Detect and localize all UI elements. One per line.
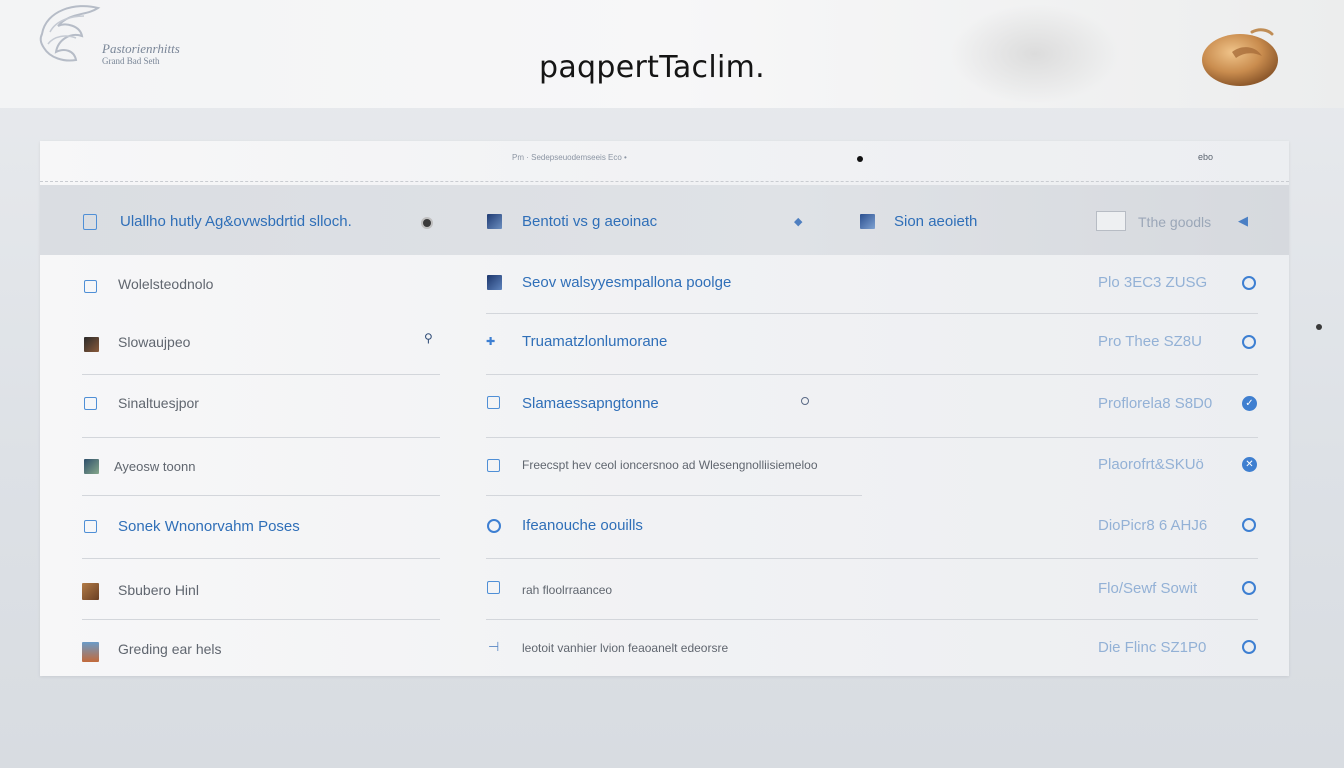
image-icon — [84, 337, 99, 352]
header-col-1: Ulallho hutly Ag&ovwsbdrtid slloch. — [120, 213, 352, 230]
divider — [486, 495, 862, 496]
divider — [486, 313, 1258, 314]
row-left-label: Ayeosw toonn — [114, 459, 196, 474]
row-right-label: Pro Thee SZ8U — [1098, 333, 1202, 350]
globe-icon[interactable]: ✕ — [1242, 457, 1257, 472]
document-icon — [487, 396, 500, 409]
image-icon — [487, 275, 502, 290]
search-icon[interactable]: ⚲ — [424, 331, 433, 345]
data-panel: Pm · Sedepseuodemseeis Eco • ebo Ulallho… — [40, 141, 1289, 676]
row-middle-label: Seov walsyyesmpallona poolge — [522, 274, 732, 291]
row-right-label: Die Flinc SZ1P0 — [1098, 639, 1207, 656]
table-header-row[interactable]: Ulallho hutly Ag&ovwsbdrtid slloch. Bent… — [40, 185, 1289, 255]
status-circle-icon[interactable] — [1242, 640, 1256, 654]
status-circle-icon[interactable] — [1242, 581, 1256, 595]
divider — [82, 558, 440, 559]
divider — [486, 619, 1258, 620]
toggle-icon[interactable] — [421, 217, 433, 229]
status-circle-icon[interactable] — [1242, 335, 1256, 349]
image-icon — [84, 280, 97, 293]
divider — [82, 374, 440, 375]
info-icon — [487, 519, 501, 533]
image-icon — [860, 214, 875, 229]
row-right-label: Plo 3EC3 ZUSG — [1098, 274, 1208, 291]
breadcrumb[interactable]: Pm · Sedepseuodemseeis Eco • — [512, 153, 627, 162]
divider — [82, 619, 440, 620]
image-icon — [82, 642, 99, 662]
document-icon — [83, 214, 97, 230]
row-left-label: Greding ear hels — [118, 641, 222, 657]
status-dot[interactable] — [857, 156, 863, 162]
row-middle-label: Ifeanouche oouills — [522, 517, 643, 534]
row-middle-label: leotoit vanhier lvion feaoanelt edeorsre — [522, 641, 729, 655]
document-icon: ⊣ — [488, 639, 500, 654]
divider — [486, 437, 1258, 438]
header-col-3: Sion aeoieth — [894, 213, 978, 230]
caret-left-icon[interactable]: ◀ — [1238, 213, 1248, 229]
background-decoration — [950, 4, 1120, 104]
row-middle-label: rah floolrraanceo — [522, 583, 613, 597]
row-middle-label: Slamaessapngtonne — [522, 395, 659, 412]
status-circle-icon[interactable] — [1242, 518, 1256, 532]
divider — [82, 437, 440, 438]
document-icon — [487, 459, 500, 472]
image-icon — [487, 214, 502, 229]
radio-icon[interactable] — [801, 397, 809, 405]
globe-icon[interactable]: ✓ — [1242, 396, 1257, 411]
row-left-label: Sbubero Hinl — [118, 582, 199, 598]
scroll-indicator[interactable] — [1316, 324, 1322, 330]
image-icon — [84, 459, 99, 474]
row-left-label: Wolelsteodnolo — [118, 276, 214, 292]
image-icon — [84, 520, 97, 533]
app-header: Pastorienrhitts Grand Bad Seth paqpertTa… — [0, 0, 1344, 108]
header-col-2: Bentoti vs g aeoinac — [522, 213, 658, 230]
toolbar: Pm · Sedepseuodemseeis Eco • ebo — [40, 141, 1289, 182]
divider — [486, 374, 1258, 375]
row-right-label: Proflorela8 S8D0 — [1098, 395, 1213, 412]
row-right-label: Plaorofrt&SKUö — [1098, 456, 1204, 473]
image-icon — [82, 583, 99, 600]
row-middle-label: Freecspt hev ceol ioncersnoo ad Wlesengn… — [522, 458, 818, 472]
columns-icon[interactable] — [1096, 211, 1126, 231]
divider — [486, 558, 1258, 559]
document-icon — [487, 581, 500, 594]
row-left-label: Slowaujpeo — [118, 334, 191, 350]
avatar[interactable] — [1196, 20, 1288, 92]
divider — [82, 495, 440, 496]
sort-icon[interactable]: ◆ — [794, 215, 802, 228]
status-circle-icon[interactable] — [1242, 276, 1256, 290]
more-menu-icon[interactable]: ebo — [1198, 152, 1213, 162]
image-icon — [84, 397, 97, 410]
row-right-label: Flo/Sewf Sowit — [1098, 580, 1198, 597]
header-col-4: Tthe goodls — [1138, 214, 1212, 230]
row-left-label: Sinaltuesjpor — [118, 395, 199, 411]
link-icon: ✚ — [486, 336, 496, 348]
row-middle-label: Truamatzlonlumorane — [522, 333, 668, 350]
row-right-label: DioPicr8 6 AHJ6 — [1098, 517, 1208, 534]
row-left-label: Sonek Wnonorvahm Poses — [118, 518, 300, 535]
